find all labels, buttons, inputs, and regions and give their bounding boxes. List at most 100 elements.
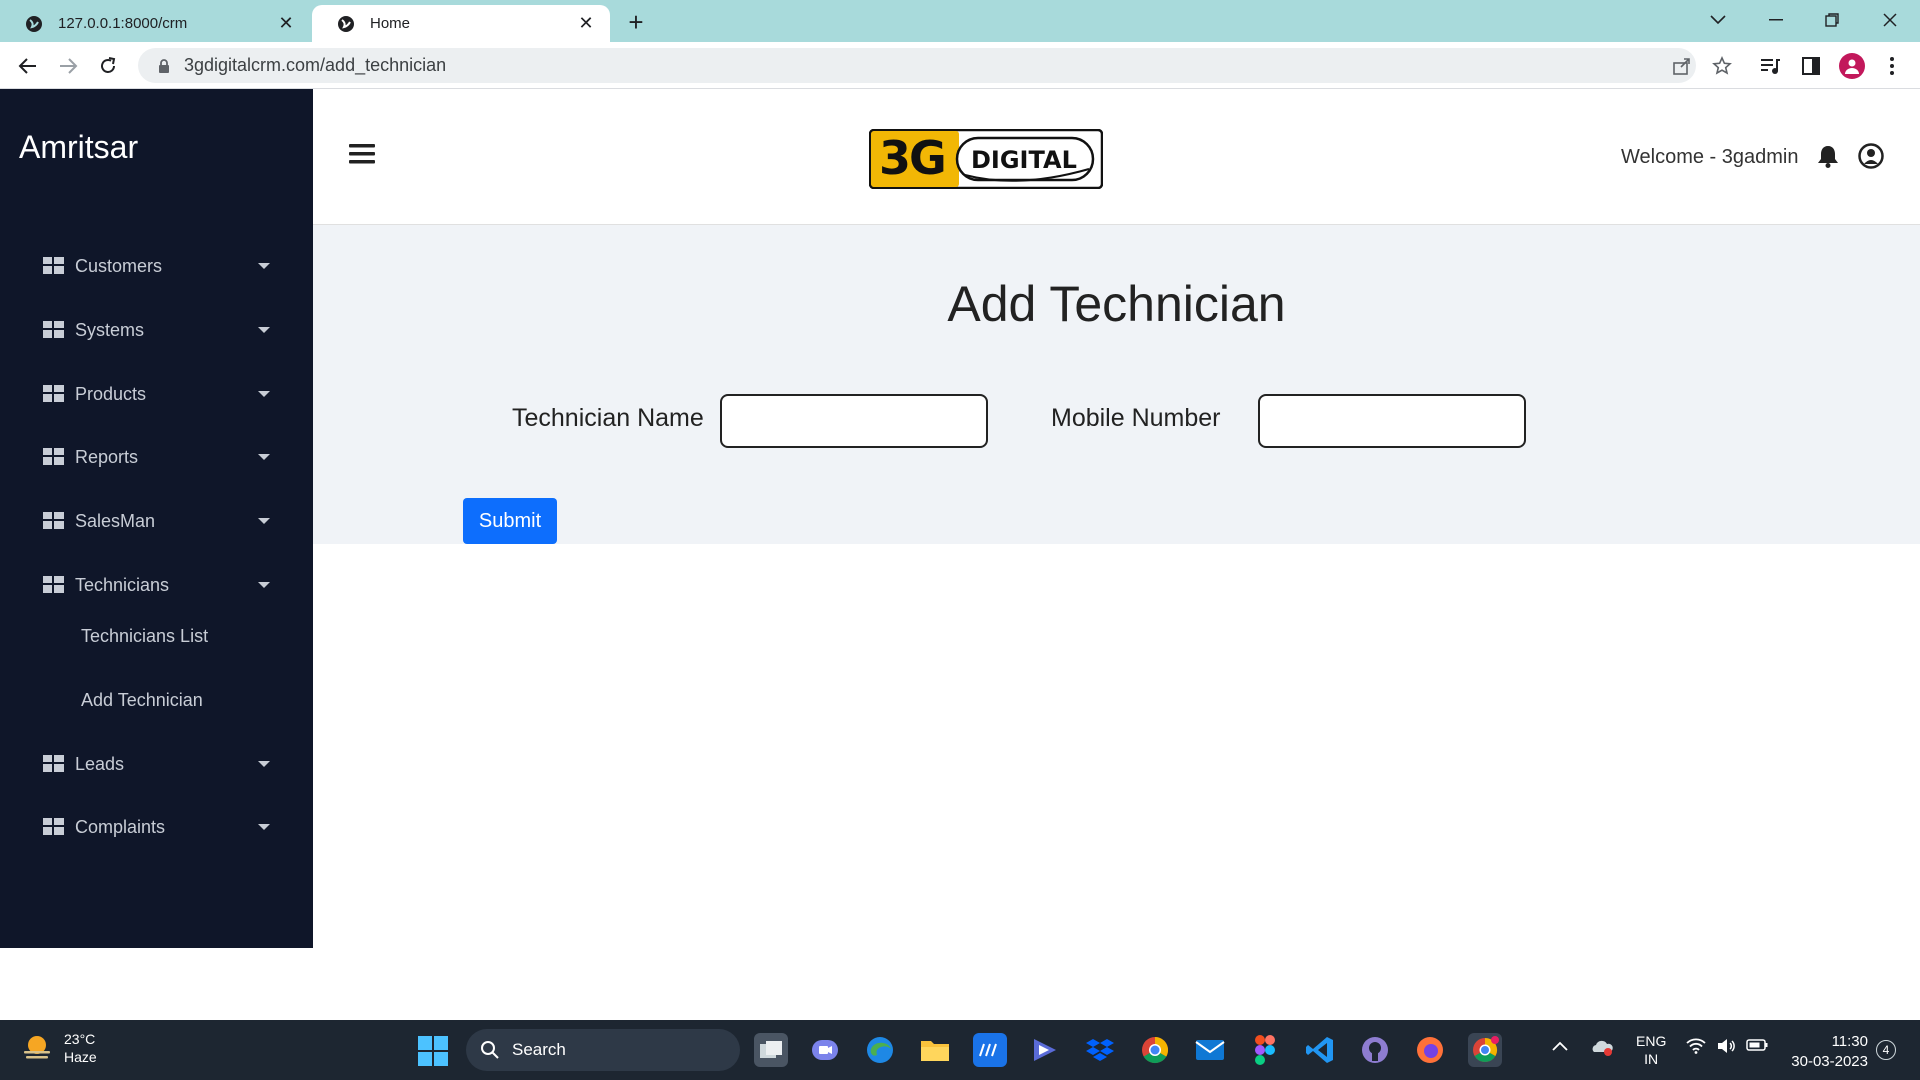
close-window-icon[interactable] [1872, 4, 1908, 36]
sidebar-item-label: Complaints [75, 816, 166, 837]
clock-date: 30-03-2023 [1791, 1053, 1868, 1070]
sidebar-item-label: Products [75, 383, 147, 404]
notification-badge[interactable]: 4 [1876, 1040, 1896, 1060]
clipchamp-icon[interactable] [1028, 1033, 1062, 1067]
search-label: Search [512, 1040, 566, 1059]
profile-avatar[interactable] [1836, 50, 1868, 82]
teams-chat-icon[interactable] [808, 1033, 842, 1067]
new-tab-button[interactable]: + [622, 7, 650, 37]
share-icon[interactable] [1666, 50, 1698, 82]
mobile-number-input[interactable] [1258, 394, 1526, 448]
tray-overflow-chevron-icon[interactable] [1552, 1038, 1568, 1054]
sidebar-item-complaints[interactable]: Complaints [0, 807, 313, 847]
tab-title: Home [370, 15, 411, 32]
grid-icon [43, 257, 64, 274]
chrome-active-icon[interactable] [1468, 1033, 1502, 1067]
main-content: Add Technician Technician Name Mobile Nu… [313, 225, 1920, 544]
wifi-icon[interactable] [1686, 1038, 1706, 1057]
github-icon[interactable] [1358, 1033, 1392, 1067]
firefox-icon[interactable] [1413, 1033, 1447, 1067]
file-explorer-icon[interactable] [918, 1033, 952, 1067]
onedrive-icon[interactable] [1590, 1038, 1614, 1059]
submit-button[interactable]: Submit [463, 498, 557, 544]
taskbar: 23°C Haze Search ENG IN 11:30 30-03-2023… [0, 1020, 1920, 1080]
sidebar-item-reports[interactable]: Reports [0, 437, 313, 477]
browser-tab-strip: 127.0.0.1:8000/crm ✕ Home ✕ + [0, 0, 1920, 42]
bell-icon[interactable] [1817, 144, 1839, 168]
figma-icon[interactable] [1248, 1033, 1282, 1067]
browser-toolbar: 3gdigitalcrm.com/add_technician [0, 42, 1920, 89]
close-icon[interactable]: ✕ [576, 13, 596, 34]
hp-app-icon[interactable] [973, 1033, 1007, 1067]
lock-icon [159, 58, 169, 73]
sidebar-item-label: Leads [75, 753, 125, 774]
grid-icon [43, 448, 64, 465]
logo-3g-text: 3G [879, 131, 947, 185]
mail-icon[interactable] [1193, 1033, 1227, 1067]
chrome-icon[interactable] [1138, 1033, 1172, 1067]
browser-tab-crm[interactable]: 127.0.0.1:8000/crm ✕ [0, 5, 310, 42]
sidebar-item-leads[interactable]: Leads [0, 744, 313, 784]
side-panel-icon[interactable] [1795, 50, 1827, 82]
sidebar: Amritsar Customers Systems Products Repo… [0, 89, 313, 948]
forward-icon[interactable] [52, 50, 84, 82]
reload-icon[interactable] [92, 50, 124, 82]
tab-title: 127.0.0.1:8000/crm [58, 15, 188, 32]
sidebar-item-technicians[interactable]: Technicians [0, 565, 313, 605]
logo-digital-text: DIGITAL [971, 146, 1077, 174]
technician-name-label: Technician Name [512, 404, 704, 432]
tab-search-icon[interactable] [1700, 4, 1736, 36]
battery-icon[interactable] [1746, 1038, 1768, 1055]
globe-icon [26, 15, 42, 32]
browser-tab-home[interactable]: Home ✕ [312, 5, 610, 42]
url-text: 3gdigitalcrm.com/add_technician [184, 55, 447, 75]
region-code: IN [1644, 1051, 1659, 1067]
sidebar-item-label: SalesMan [75, 510, 156, 531]
task-view-icon[interactable] [754, 1033, 788, 1067]
sidebar-item-label: Systems [75, 319, 145, 340]
address-bar[interactable]: 3gdigitalcrm.com/add_technician [138, 48, 1696, 83]
app-header: 3G DIGITAL Welcome - 3gadmin [313, 89, 1920, 225]
user-account-icon[interactable] [1858, 143, 1884, 169]
dropbox-icon[interactable] [1083, 1033, 1117, 1067]
sidebar-item-products[interactable]: Products [0, 374, 313, 414]
grid-icon [43, 321, 64, 338]
bookmark-star-icon[interactable] [1706, 50, 1738, 82]
caret-down-icon [258, 391, 270, 397]
technician-name-input[interactable] [720, 394, 988, 448]
more-menu-icon[interactable] [1876, 50, 1908, 82]
windows-start-icon[interactable] [418, 1036, 448, 1066]
caret-down-icon [258, 263, 270, 269]
volume-icon[interactable] [1716, 1038, 1736, 1057]
sidebar-item-label: Customers [75, 255, 163, 276]
vscode-icon[interactable] [1303, 1033, 1337, 1067]
taskbar-search[interactable]: Search [466, 1029, 740, 1071]
restore-icon[interactable] [1814, 4, 1850, 36]
sidebar-subitem-add-technician[interactable]: Add Technician [81, 690, 203, 711]
language-code: ENG [1636, 1033, 1667, 1049]
grid-icon [43, 755, 64, 772]
language-indicator[interactable]: ENG IN [1636, 1032, 1666, 1068]
caret-down-icon [258, 518, 270, 524]
weather-widget[interactable]: 23°C Haze [20, 1030, 97, 1066]
media-controls-icon[interactable] [1754, 50, 1786, 82]
hamburger-menu-icon[interactable] [349, 143, 375, 165]
sidebar-item-customers[interactable]: Customers [0, 246, 313, 286]
search-icon [481, 1041, 499, 1059]
sidebar-item-systems[interactable]: Systems [0, 310, 313, 350]
mobile-number-label: Mobile Number [1051, 404, 1221, 432]
sidebar-subitem-technicians-list[interactable]: Technicians List [81, 626, 208, 647]
close-icon[interactable]: ✕ [276, 13, 296, 34]
minimize-icon[interactable] [1758, 4, 1794, 36]
caret-down-icon [258, 454, 270, 460]
weather-condition: Haze [64, 1049, 97, 1065]
sidebar-brand: Amritsar [19, 129, 139, 165]
back-icon[interactable] [12, 50, 44, 82]
caret-down-icon [258, 761, 270, 767]
grid-icon [43, 576, 64, 593]
system-clock[interactable]: 11:30 30-03-2023 [1780, 1032, 1868, 1072]
page-title: Add Technician [947, 276, 1286, 332]
sidebar-item-salesman[interactable]: SalesMan [0, 501, 313, 541]
edge-browser-icon[interactable] [863, 1033, 897, 1067]
grid-icon [43, 512, 64, 529]
